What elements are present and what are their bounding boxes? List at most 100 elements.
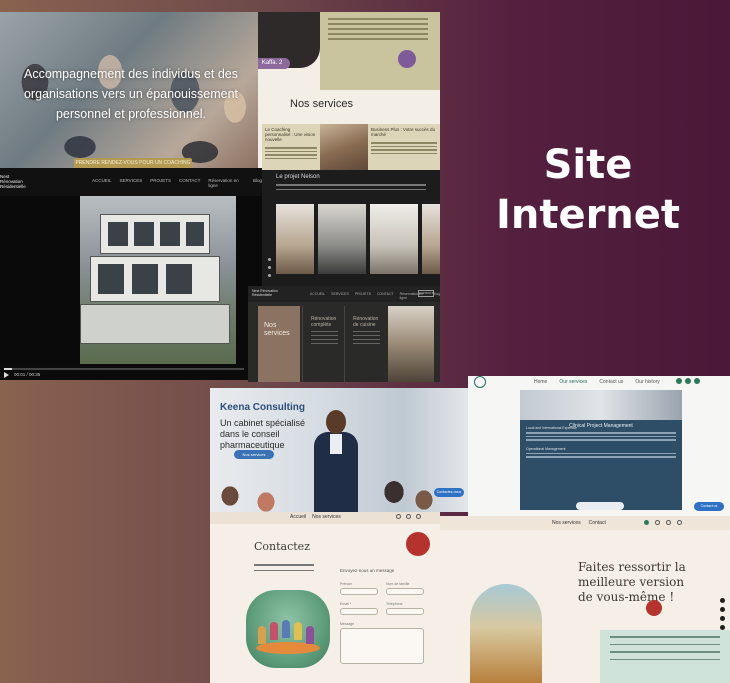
video-time: 00:01 / 00:35 (14, 372, 41, 377)
dark-menu-item[interactable]: ACCUEIL (310, 292, 325, 300)
contact-nav-icons[interactable] (396, 514, 421, 519)
arch-nav: Nest Rénovation Résidentielle ACCUEIL SE… (0, 168, 262, 196)
dark-nav: Nest Rénovation Résidentielle ACCUEIL SE… (248, 286, 440, 302)
arch-menu-item[interactable]: Réservation en ligne (208, 178, 245, 188)
contact-info-lines (254, 564, 314, 575)
coaching-hero-screenshot: Accompagnement des individus et des orga… (0, 12, 262, 168)
contact-title: Contactez (254, 540, 310, 553)
clinical-menu-item[interactable]: Home (534, 379, 547, 385)
arch-menu-item[interactable]: CONTACT (179, 178, 200, 188)
message-field[interactable] (340, 628, 424, 664)
nelson-photo-2[interactable] (318, 204, 366, 274)
clinical-hero-image (520, 390, 682, 420)
clinical-menu-item[interactable]: Contact us (599, 379, 623, 385)
arch-menu-item[interactable]: Blog (253, 178, 262, 188)
clinical-nav: Home Our services Contact us Our history (468, 376, 730, 390)
red-circle-decoration (646, 600, 662, 616)
clinical-info-box: Clinical Project Management Local and In… (520, 420, 682, 510)
service-card-2[interactable]: Business Plus : Votre succès du marché (368, 124, 440, 172)
architecture-site-screenshot: Nest Rénovation Résidentielle ACCUEIL SE… (0, 168, 262, 380)
faites-social-icons[interactable] (720, 598, 726, 634)
faites-nav: Nos services Contact (440, 516, 730, 530)
clinical-menu: Home Our services Contact us Our history (534, 379, 660, 385)
contact-nav: Accueil Nos services (210, 512, 440, 524)
email-field[interactable] (340, 608, 378, 615)
clinical-logo-icon[interactable] (474, 376, 486, 388)
faites-menu-item[interactable]: Nos services (552, 520, 581, 526)
faites-menu: Nos services Contact (552, 520, 606, 526)
last-name-field[interactable] (386, 588, 424, 595)
phone-field[interactable] (386, 608, 424, 615)
contact-menu: Accueil Nos services (290, 514, 341, 520)
intro-text-lines (328, 18, 428, 43)
contact-menu-item[interactable]: Nos services (312, 514, 341, 520)
service-card-image (320, 124, 368, 172)
message-label: Message (340, 622, 355, 626)
keena-cta-button[interactable]: Nos services (234, 450, 274, 459)
service-column-2[interactable]: Rénovation de cuisine (344, 306, 384, 382)
phone-label: Téléphone (386, 602, 403, 606)
service-card-1[interactable]: Le Coaching personnalisé : Une vision no… (262, 124, 320, 172)
contact-menu-item[interactable]: Accueil (290, 514, 306, 520)
hero-text: Accompagnement des individus et des orga… (23, 67, 239, 121)
nelson-description (276, 184, 426, 193)
coaching-home-screenshot: Nos services Contact Faites ressortir la… (440, 516, 730, 683)
nelson-photo-3[interactable] (370, 204, 418, 274)
clinical-box-button[interactable] (576, 502, 624, 510)
first-name-label: Prénom (340, 582, 353, 586)
video-progress[interactable] (4, 368, 244, 370)
arch-menu-item[interactable]: PROJETS (150, 178, 171, 188)
nelson-title: Le projet Nelson (276, 174, 320, 180)
faites-headline: Faites ressortir la meilleure version de… (578, 560, 686, 604)
dark-menu-item[interactable]: CONTACT (377, 292, 394, 300)
faites-menu-item[interactable]: Contact (589, 520, 606, 526)
worker-photo (388, 306, 434, 382)
clinical-box-title: Clinical Project Management (569, 423, 633, 429)
last-name-label: Nom de famille (386, 582, 410, 586)
keena-tagline: Un cabinet spécialisé dans le conseil ph… (220, 418, 306, 450)
building-aerial-photo (80, 196, 236, 366)
dark-menu-item[interactable]: PROJETS (355, 292, 371, 300)
hero-cta-button[interactable]: PRENDRE RENDEZ-VOUS POUR UN COACHING GRA… (74, 158, 192, 168)
clinical-menu-item[interactable]: Our history (635, 379, 659, 385)
video-player-bar[interactable]: 00:01 / 00:35 (0, 364, 262, 380)
audience-figures (210, 472, 468, 512)
service-column-1[interactable]: Rénovation complète (302, 306, 342, 382)
dark-menu-item[interactable]: SERVICES (331, 292, 349, 300)
clinical-social-icons[interactable] (676, 378, 700, 384)
services-page-screenshot: Kaffa. 2 Nos services Le Coaching person… (258, 12, 440, 172)
arch-menu-item[interactable]: ACCUEIL (92, 178, 112, 188)
clinical-site-screenshot: Home Our services Contact us Our history… (468, 376, 730, 516)
clinical-chat-button[interactable]: Contact us (694, 502, 724, 511)
faites-text-block (600, 630, 730, 683)
arched-window-illustration (470, 584, 542, 683)
dark-menu-item[interactable]: Blog (433, 292, 440, 300)
play-icon[interactable] (4, 372, 9, 378)
keena-brand: Keena Consulting (220, 402, 306, 413)
email-label: Email * (340, 602, 352, 606)
arch-menu-item[interactable]: SERVICES (120, 178, 143, 188)
nelson-project-screenshot: Le projet Nelson (262, 170, 440, 286)
contact-page-screenshot: Accueil Nos services Contactez Envoyez-n… (210, 512, 440, 683)
service-card-1-title: Le Coaching personnalisé : Une vision no… (265, 127, 316, 142)
service-column-1-title: Rénovation complète (311, 316, 337, 328)
services-tile: Nos services (258, 306, 300, 382)
nelson-photo-1[interactable] (276, 204, 314, 274)
keena-chat-button[interactable]: Contactez-nous (434, 488, 464, 497)
contact-form-title: Envoyez-nous un message (340, 568, 395, 573)
dark-nav-button[interactable]: CONTACT (418, 290, 434, 297)
dark-services-screenshot: Nest Rénovation Résidentielle ACCUEIL SE… (248, 286, 440, 382)
first-name-field[interactable] (340, 588, 378, 595)
clinical-bullet-2: Operational Management (526, 446, 566, 451)
service-card-2-title: Business Plus : Votre succès du marché (371, 127, 436, 137)
arch-logo: Nest Rénovation Résidentielle (0, 174, 26, 189)
clinical-menu-item[interactable]: Our services (559, 379, 587, 385)
faites-nav-icons[interactable] (644, 520, 682, 525)
service-column-2-title: Rénovation de cuisine (353, 316, 379, 328)
purple-dot (398, 50, 416, 68)
services-tile-label: Nos services (264, 322, 290, 337)
social-icons (268, 258, 272, 282)
page-badge: Kaffa. 2 (258, 58, 290, 69)
dark-logo: Nest Rénovation Résidentielle (252, 289, 278, 297)
nelson-photo-4[interactable] (422, 204, 440, 274)
